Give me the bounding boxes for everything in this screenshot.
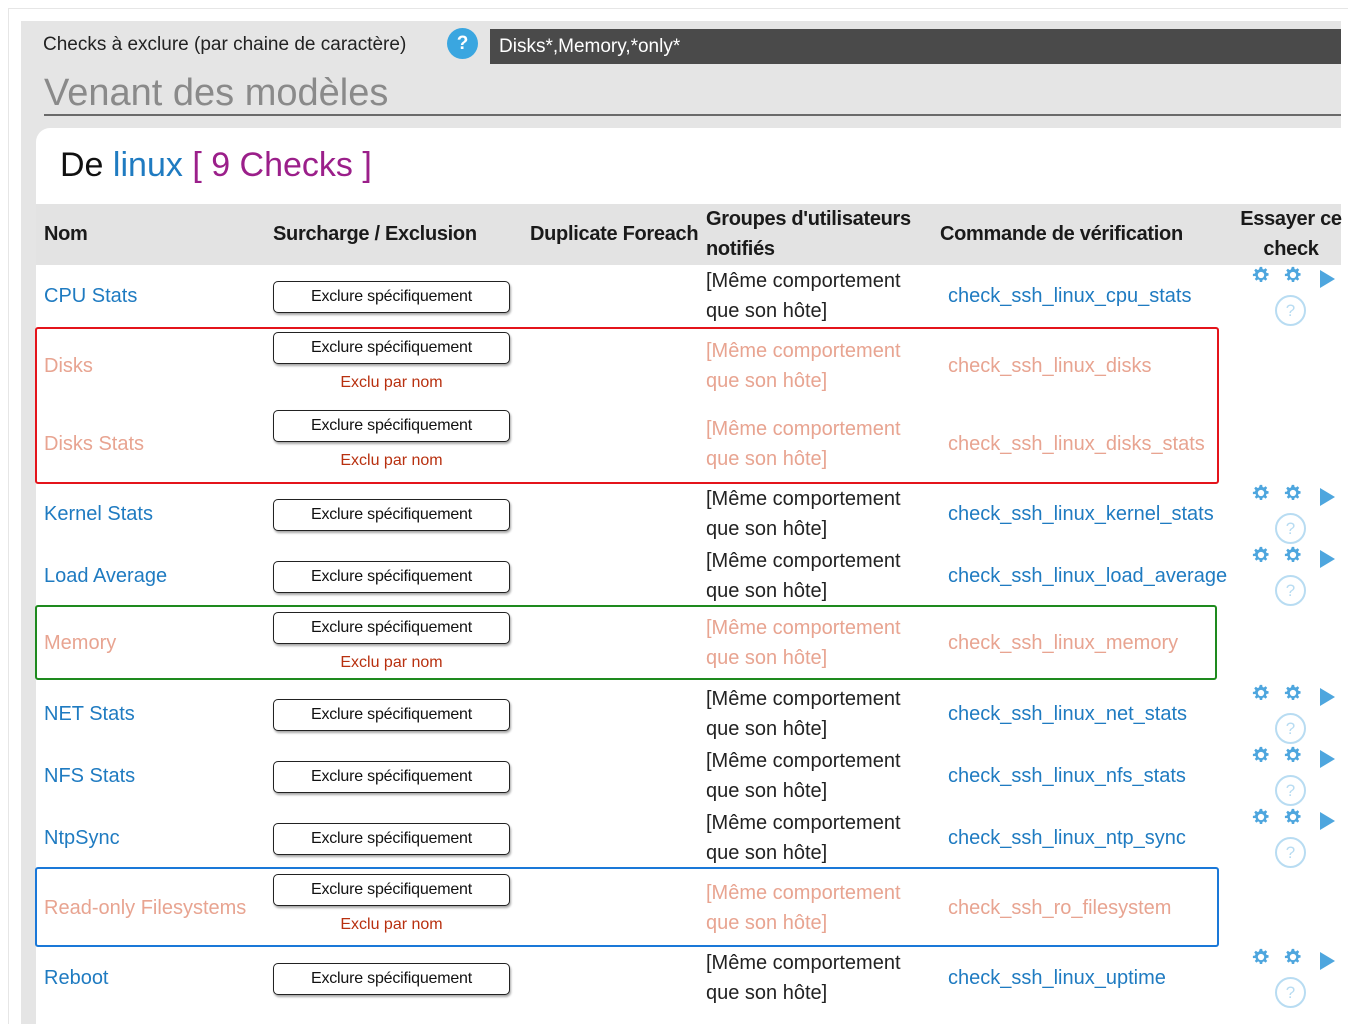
table-row: NtpSync Exclure spécifiquement [Même compo… <box>36 808 1341 870</box>
header-name: Nom <box>44 223 88 245</box>
try-check-actions: ? <box>1246 808 1346 868</box>
check-command-link[interactable]: check_ssh_linux_net_stats <box>948 703 1187 726</box>
table-header: Nom Surcharge / Exclusion Duplicate Fore… <box>36 204 1342 265</box>
check-command-link[interactable]: check_ssh_linux_ntp_sync <box>948 827 1186 850</box>
gears-icon[interactable] <box>1284 484 1302 507</box>
gears-icon[interactable] <box>1284 746 1302 769</box>
gear-icon[interactable] <box>1252 546 1270 569</box>
gear-icon[interactable] <box>1252 484 1270 507</box>
notification-groups: [Même comportement que son hôte] <box>706 488 901 540</box>
table-row: Reboot Exclure spécifiquement [Même compor… <box>36 948 1341 1010</box>
notification-groups: [Même comportement que son hôte] <box>706 550 901 602</box>
check-command-link[interactable]: check_ssh_linux_load_average <box>948 565 1227 588</box>
check-name-link[interactable]: CPU Stats <box>44 285 137 308</box>
highlight-readonly <box>35 867 1219 947</box>
play-icon[interactable] <box>1320 688 1335 706</box>
help-icon[interactable]: ? <box>1275 775 1306 806</box>
header-command: Commande de vérification <box>940 223 1183 245</box>
play-icon[interactable] <box>1320 488 1335 506</box>
gears-icon[interactable] <box>1284 948 1302 971</box>
gears-icon[interactable] <box>1284 266 1302 289</box>
try-check-actions: ? <box>1246 948 1346 1008</box>
notification-groups: [Même comportement que son hôte] <box>706 688 901 740</box>
gear-icon[interactable] <box>1252 948 1270 971</box>
check-name-link[interactable]: NET Stats <box>44 703 135 726</box>
exclude-specifically-button[interactable]: Exclure spécifiquement <box>273 761 510 793</box>
check-name-link[interactable]: Reboot <box>44 967 109 990</box>
play-icon[interactable] <box>1320 952 1335 970</box>
highlight-disks <box>35 327 1219 484</box>
help-icon[interactable]: ? <box>1275 713 1306 744</box>
exclude-checks-label: Checks à exclure (par chaine de caractèr… <box>43 34 407 55</box>
gears-icon[interactable] <box>1284 808 1302 831</box>
highlight-memory <box>35 605 1217 680</box>
check-name-link[interactable]: NFS Stats <box>44 765 135 788</box>
check-command-link[interactable]: check_ssh_linux_kernel_stats <box>948 503 1214 526</box>
help-icon[interactable]: ? <box>1275 513 1306 544</box>
check-name-link[interactable]: NtpSync <box>44 827 120 850</box>
table-row: CPU Stats Exclure spécifiquement [Même com… <box>36 266 1341 328</box>
check-name-link[interactable]: Kernel Stats <box>44 503 153 526</box>
gear-icon[interactable] <box>1252 684 1270 707</box>
exclude-specifically-button[interactable]: Exclure spécifiquement <box>273 561 510 593</box>
notification-groups: [Même comportement que son hôte] <box>706 812 901 864</box>
section-title: Venant des modèles <box>44 72 389 114</box>
exclude-checks-input[interactable] <box>490 29 1341 64</box>
exclude-checks-row: Checks à exclure (par chaine de caractèr… <box>43 28 406 62</box>
help-icon[interactable]: ? <box>1275 575 1306 606</box>
gear-icon[interactable] <box>1252 808 1270 831</box>
notification-groups: [Même comportement que son hôte] <box>706 750 901 802</box>
notification-groups: [Même comportement que son hôte] <box>706 952 901 1004</box>
try-check-actions: ? <box>1246 684 1346 744</box>
section-divider <box>44 114 1341 116</box>
try-check-actions: ? <box>1246 266 1346 326</box>
notification-groups: [Même comportement que son hôte] <box>706 270 901 322</box>
checks-count: [ 9 Checks ] <box>192 146 372 184</box>
exclude-specifically-button[interactable]: Exclure spécifiquement <box>273 281 510 313</box>
gears-icon[interactable] <box>1284 684 1302 707</box>
table-row: Kernel Stats Exclure spécifiquement [Même … <box>36 484 1341 546</box>
try-check-actions: ? <box>1246 746 1346 806</box>
template-link[interactable]: linux <box>113 146 183 184</box>
try-check-actions: ? <box>1246 484 1346 544</box>
help-icon[interactable]: ? <box>1275 837 1306 868</box>
check-command-link[interactable]: check_ssh_linux_cpu_stats <box>948 285 1191 308</box>
play-icon[interactable] <box>1320 812 1335 830</box>
header-groups: Groupes d'utilisateurs notifiés <box>706 208 911 260</box>
check-command-link[interactable]: check_ssh_linux_nfs_stats <box>948 765 1186 788</box>
check-command-link[interactable]: check_ssh_linux_uptime <box>948 967 1166 990</box>
exclude-specifically-button[interactable]: Exclure spécifiquement <box>273 823 510 855</box>
play-icon[interactable] <box>1320 550 1335 568</box>
help-icon[interactable]: ? <box>447 28 478 59</box>
table-row: NFS Stats Exclure spécifiquement [Même com… <box>36 746 1341 808</box>
card-title-prefix: De <box>60 146 104 184</box>
table-row: NET Stats Exclure spécifiquement [Même com… <box>36 684 1341 746</box>
header-try: Essayer ce check <box>1240 208 1342 260</box>
try-check-actions: ? <box>1246 546 1346 606</box>
exclude-specifically-button[interactable]: Exclure spécifiquement <box>273 499 510 531</box>
play-icon[interactable] <box>1320 270 1335 288</box>
exclude-specifically-button[interactable]: Exclure spécifiquement <box>273 699 510 731</box>
header-override: Surcharge / Exclusion <box>273 223 477 245</box>
card-title: De linux [ 9 Checks ] <box>60 146 372 185</box>
gear-icon[interactable] <box>1252 266 1270 289</box>
gear-icon[interactable] <box>1252 746 1270 769</box>
table-row: Load Average Exclure spécifiquement [Même … <box>36 546 1341 608</box>
play-icon[interactable] <box>1320 750 1335 768</box>
help-icon[interactable]: ? <box>1275 295 1306 326</box>
exclude-specifically-button[interactable]: Exclure spécifiquement <box>273 963 510 995</box>
gears-icon[interactable] <box>1284 546 1302 569</box>
check-name-link[interactable]: Load Average <box>44 565 167 588</box>
header-duplicate: Duplicate Foreach <box>530 223 699 245</box>
help-icon[interactable]: ? <box>1275 977 1306 1008</box>
